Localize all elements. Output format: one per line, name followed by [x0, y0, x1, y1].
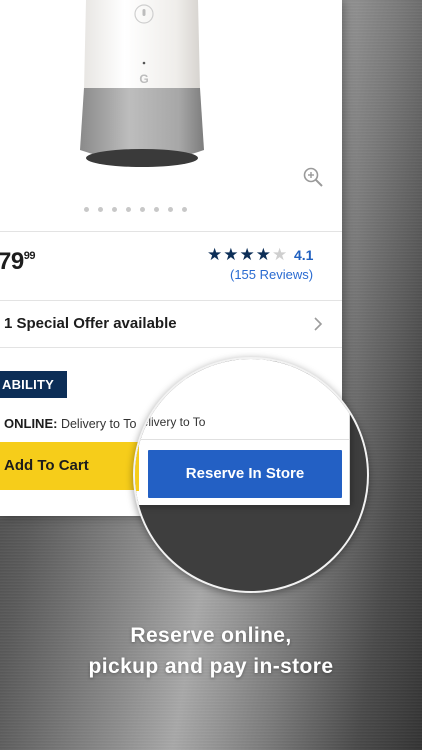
product-price: 7999	[0, 248, 35, 276]
price-main: 79	[0, 248, 24, 275]
star-filled-icon: ★	[255, 245, 271, 264]
caption-line-1: Reserve online,	[130, 624, 292, 647]
carousel-dots[interactable]	[84, 207, 187, 212]
magnifier-callout: Delivery to To Reserve In Store	[133, 357, 369, 593]
rating-value: 4.1	[294, 247, 314, 263]
carousel-dot[interactable]	[126, 207, 131, 212]
star-empty-icon: ★	[272, 245, 288, 264]
marketing-caption: Reserve online, pickup and pay in-store	[0, 620, 422, 682]
star-rating: ★ ★ ★ ★ ★	[207, 245, 287, 265]
svg-text:G: G	[139, 72, 148, 86]
chevron-right-icon[interactable]	[312, 316, 324, 332]
star-filled-icon: ★	[239, 245, 255, 264]
product-image: G	[80, 0, 204, 167]
online-text: Delivery to To	[60, 417, 137, 431]
zoom-in-icon[interactable]	[302, 166, 324, 188]
special-offer-label[interactable]: 1 Special Offer available	[4, 315, 177, 332]
carousel-dot[interactable]	[168, 207, 173, 212]
online-label: ONLINE:	[4, 416, 58, 431]
reviews-link[interactable]: (155 Reviews)	[230, 267, 313, 282]
divider	[0, 231, 342, 232]
star-filled-icon: ★	[207, 245, 223, 264]
divider	[0, 300, 342, 301]
caption-line-2: pickup and pay in-store	[88, 655, 334, 678]
reserve-in-store-button[interactable]: Reserve In Store	[148, 450, 342, 498]
carousel-dot[interactable]	[112, 207, 117, 212]
divider	[135, 439, 349, 440]
carousel-dot[interactable]	[84, 207, 89, 212]
divider	[0, 347, 342, 348]
magnified-panel: Delivery to To Reserve In Store	[133, 359, 350, 505]
price-cents: 99	[23, 250, 36, 262]
carousel-dot[interactable]	[154, 207, 159, 212]
product-image-carousel[interactable]: G	[0, 0, 342, 232]
carousel-dot[interactable]	[140, 207, 145, 212]
carousel-dot[interactable]	[182, 207, 187, 212]
carousel-dot[interactable]	[98, 207, 103, 212]
star-filled-icon: ★	[223, 245, 239, 264]
magnified-online-text: Delivery to To	[133, 415, 206, 429]
availability-badge: ABILITY	[0, 371, 67, 398]
online-availability: ONLINE: Delivery to To	[4, 416, 136, 431]
